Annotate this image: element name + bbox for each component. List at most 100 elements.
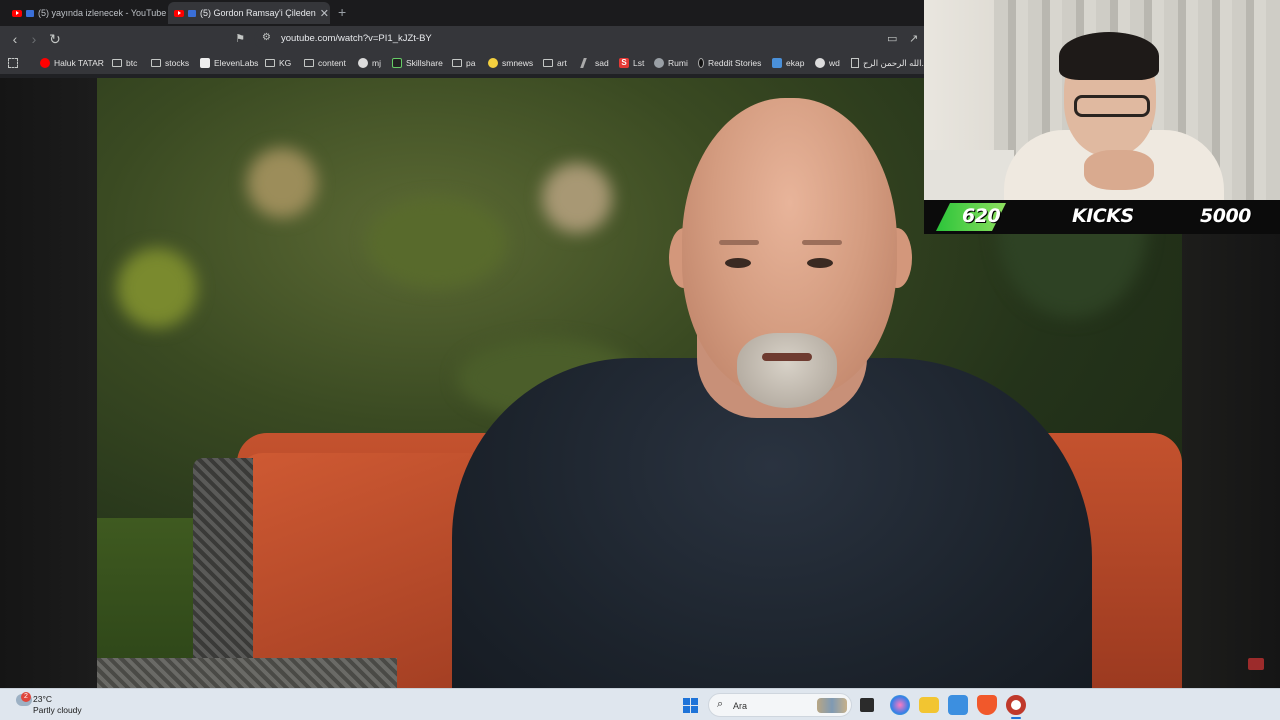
bookmark-label: content	[318, 58, 346, 68]
weather-condition: Partly cloudy	[33, 705, 82, 715]
cast-icon[interactable]: ▭	[887, 32, 897, 45]
tab-strip: (5) yayında izlenecek - YouTube (5) Gord…	[0, 0, 924, 26]
new-tab-button[interactable]: +	[338, 4, 346, 20]
bookmark-label: ElevenLabs	[214, 58, 259, 68]
bookmark-label: smnews	[502, 58, 534, 68]
bookmark-btc[interactable]: btc	[112, 56, 137, 70]
person-eye	[725, 258, 751, 268]
webcam-overlay	[924, 0, 1280, 200]
bokeh-light	[542, 163, 612, 233]
bookmark-rumi[interactable]: Rumi	[654, 56, 688, 70]
slash-icon	[580, 58, 587, 68]
wikipedia-icon	[815, 58, 825, 68]
wicker-base	[97, 658, 397, 688]
search-icon: ⌕	[717, 698, 724, 710]
brave-browser-icon[interactable]	[977, 695, 997, 715]
tab-gordon-ramsay[interactable]: (5) Gordon Ramsay'i Çileden ✕	[168, 2, 330, 24]
bookmark-elevenlabs[interactable]: ElevenLabs	[200, 56, 258, 70]
tab-media-icon	[188, 9, 196, 17]
streamer-hair	[1059, 32, 1159, 80]
weather-temperature: 23°C	[33, 694, 52, 704]
bookmark-arabic[interactable]: الله الرحمن الرح...	[851, 56, 929, 70]
cabinet	[924, 150, 1014, 200]
back-button[interactable]: ‹	[6, 30, 24, 48]
kicks-label: KICKS	[1072, 205, 1134, 227]
bookmark-label: Lst	[633, 58, 645, 68]
kicks-current: 620	[962, 205, 1001, 227]
taskbar-search[interactable]: ⌕ Ara	[708, 693, 852, 717]
tab-youtube-watchlist[interactable]: (5) yayında izlenecek - YouTube	[6, 2, 166, 24]
bookmark-skillshare[interactable]: Skillshare	[392, 56, 443, 70]
share-icon[interactable]: ↗	[909, 32, 918, 45]
wicker-chair	[193, 458, 253, 688]
address-bar[interactable]: ⚙ youtube.com/watch?v=PI1_kJZt-BY	[254, 29, 894, 49]
notification-badge: 2	[21, 692, 31, 702]
bookmark-smnews[interactable]: smnews	[488, 56, 533, 70]
bird-icon	[772, 58, 782, 68]
bokeh-light	[367, 198, 507, 288]
dark-circle-icon	[698, 58, 704, 68]
browser-window: (5) yayında izlenecek - YouTube (5) Gord…	[0, 0, 929, 78]
folder-icon	[304, 59, 314, 67]
bokeh-light	[117, 248, 197, 328]
bookmark-label: ekap	[786, 58, 805, 68]
start-button[interactable]	[683, 698, 698, 713]
bookmark-label: Reddit Stories	[708, 58, 762, 68]
bookmark-label: الله الرحمن الرح...	[863, 57, 929, 68]
obs-icon[interactable]	[1006, 695, 1026, 715]
youtube-icon	[40, 58, 50, 68]
folder-icon	[452, 59, 462, 67]
bookmark-art[interactable]: art	[543, 56, 567, 70]
folder-icon	[151, 59, 161, 67]
tab-label: (5) Gordon Ramsay'i Çileden	[200, 8, 316, 18]
globe-icon	[654, 58, 664, 68]
snipping-tool-icon[interactable]	[948, 695, 968, 715]
bookmark-content[interactable]: content	[304, 56, 346, 70]
site-info-icon[interactable]: ⚙	[262, 32, 271, 43]
folder-icon	[112, 59, 122, 67]
windows-taskbar: 2 23°C Partly cloudy ⌕ Ara	[0, 688, 1280, 720]
bookmark-label: stocks	[165, 58, 190, 68]
bookmark-label: pa	[466, 58, 476, 68]
close-tab-icon[interactable]: ✕	[316, 7, 329, 20]
person-mouth	[762, 353, 812, 361]
bookmark-kg[interactable]: KG	[265, 56, 291, 70]
bookmark-label: Skillshare	[406, 58, 443, 68]
task-view-icon[interactable]	[860, 698, 874, 712]
smiley-icon	[488, 58, 498, 68]
tlc-logo-icon	[1248, 658, 1264, 670]
skillshare-icon	[392, 58, 402, 68]
bookmark-label: Haluk TATAR	[54, 58, 104, 68]
browser-toolbar: ‹ › ↻ ⚑ ⚙ youtube.com/watch?v=PI1_kJZt-B…	[0, 26, 924, 52]
github-icon	[358, 58, 368, 68]
bookmarks-bar: Haluk TATAR btc stocks ElevenLabs KG con…	[0, 52, 929, 74]
bookmark-label: wd	[829, 58, 840, 68]
bookmark-label: KG	[279, 58, 292, 68]
bookmark-wd[interactable]: wd	[815, 56, 840, 70]
bookmark-sad[interactable]: sad	[580, 56, 609, 70]
bookmark-mj[interactable]: mj	[358, 56, 381, 70]
video-pillarbox-left	[0, 78, 97, 688]
copilot-icon[interactable]	[890, 695, 910, 715]
bookmark-label: Rumi	[668, 58, 688, 68]
file-explorer-icon[interactable]	[919, 697, 939, 713]
kicks-goal: 5000	[1200, 205, 1251, 227]
bookmark-haluk-tatar[interactable]: Haluk TATAR	[40, 56, 104, 70]
apps-grid-icon[interactable]	[8, 56, 22, 70]
elevenlabs-icon	[200, 58, 210, 68]
bookmark-stocks[interactable]: stocks	[151, 56, 189, 70]
bookmark-icon[interactable]: ⚑	[231, 30, 249, 48]
s-logo-icon: S	[619, 58, 629, 68]
bokeh-light	[247, 148, 317, 218]
bookmark-label: mj	[372, 58, 381, 68]
forward-button[interactable]: ›	[25, 30, 43, 48]
address-url: youtube.com/watch?v=PI1_kJZt-BY	[281, 33, 432, 44]
bookmark-reddit-stories[interactable]: Reddit Stories	[698, 56, 761, 70]
search-highlight-image	[817, 698, 847, 713]
folder-icon	[265, 59, 275, 67]
bookmark-pa[interactable]: pa	[452, 56, 475, 70]
bookmark-ekap[interactable]: ekap	[772, 56, 804, 70]
bookmark-lst[interactable]: S Lst	[619, 56, 644, 70]
person-eye	[807, 258, 833, 268]
reload-button[interactable]: ↻	[46, 30, 64, 48]
